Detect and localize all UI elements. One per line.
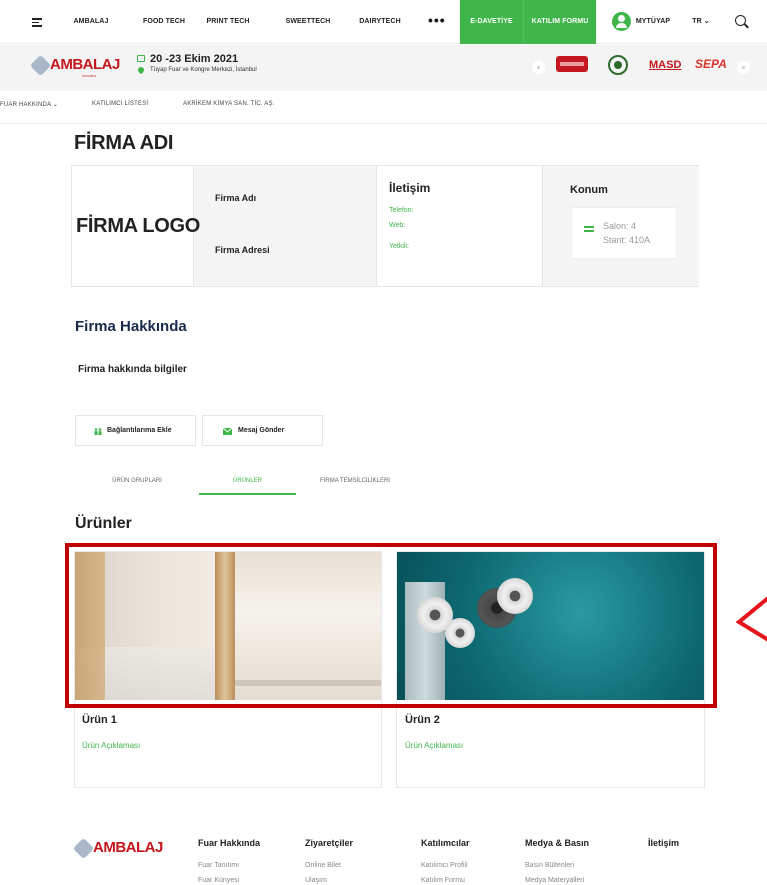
tab-urun-gruplari[interactable]: ÜRÜN GRUPLARI [92,478,182,484]
contact-heading: İletişim [389,181,431,195]
web-label: Web: [389,222,406,229]
ambalaj-logo[interactable]: AMBALAJ İSTANBUL [29,54,120,79]
language-select[interactable]: TR ⌄ [688,0,714,44]
firma-logo-placeholder: FİRMA LOGO [76,215,201,237]
search-icon[interactable] [735,15,746,26]
carousel-next-button[interactable] [737,61,750,74]
stand-value: Stant: 410A [603,235,651,245]
firma-address-label: Firma Adresi [215,245,270,255]
sponsor-logo-kasad[interactable] [608,55,628,75]
sponsor-logo-sepa[interactable]: SEPA [695,57,727,71]
footer-head-ziyaretciler: Ziyaretçiler [305,838,354,848]
divider [0,123,767,124]
nav-item-ambalaj[interactable]: AMBALAJ [66,0,116,44]
product-title-2[interactable]: Ürün 2 [405,714,440,726]
footer-logo-emblem-icon [72,837,95,860]
footer-link[interactable]: Fuar Künyesi [198,877,239,884]
footer-head-katilimcilar: Katılımcılar [421,838,470,848]
pointer-arrow-icon [735,596,767,642]
logo-text: AMBALAJ [50,56,120,73]
people-icon [94,428,102,435]
nav-item-print-tech[interactable]: PRINT TECH [198,0,258,44]
about-text: Firma hakkında bilgiler [78,364,187,375]
nav-item-sweettech[interactable]: SWEETTECH [277,0,339,44]
products-heading: Ürünler [75,515,132,532]
stand-icon [584,226,594,236]
send-message-button[interactable]: Mesaj Gönder [202,415,323,446]
add-connection-label: Bağlantılarıma Ekle [107,427,172,434]
event-date: 20 -23 Ekim 2021 [150,53,239,65]
product-desc-2: Ürün Açıklaması [405,741,464,750]
footer-link[interactable]: Online Bilet [305,862,341,869]
footer-link[interactable]: Fuar Tanıtımı [198,862,239,869]
page-title: FİRMA ADI [74,132,174,154]
breadcrumb-current: AKRİKEM KİMYA SAN. TİC. AŞ. [183,101,275,107]
nav-item-food-tech[interactable]: FOOD TECH [135,0,193,44]
sponsor-logo-masd[interactable]: MASD [649,59,681,71]
top-nav: AMBALAJ FOOD TECH PRINT TECH SWEETTECH D… [0,0,767,44]
mail-icon [223,428,232,435]
user-icon[interactable] [612,12,631,31]
footer-head-medya: Medya & Basın [525,838,590,848]
footer-head-fuar: Fuar Hakkında [198,838,261,848]
more-menu-icon[interactable]: ••• [428,0,446,44]
salon-value: Salon: 4 [603,221,637,231]
event-venue: Tüyap Fuar ve Kongre Merkezi, İstanbul [150,67,257,73]
logo-subtext: İSTANBUL [82,74,97,78]
breadcrumb-fuar-hakkinda[interactable]: FUAR HAKKINDA ⌄ [0,101,84,111]
menu-icon[interactable] [32,18,42,27]
firma-name-label: Firma Adı [215,193,257,203]
rep-label: Yetkili: [389,243,409,250]
tab-firma-temsilcilikleri[interactable]: FİRMA TEMSİLCİLİKLERİ [300,478,410,484]
footer-link[interactable]: Medya Materyalleri [525,877,584,884]
product-title-1[interactable]: Ürün 1 [82,714,117,726]
katilim-formu-button[interactable]: KATILIM FORMU [524,0,596,44]
sponsor-logo-1[interactable] [556,56,588,72]
active-tab-indicator [199,493,296,495]
logo-emblem-icon [29,54,52,77]
footer-head-iletisim: İletişim [648,838,680,848]
send-message-label: Mesaj Gönder [238,427,285,434]
product-desc-1: Ürün Açıklaması [82,741,141,750]
footer-link[interactable]: Ulaşım [305,877,327,884]
add-connection-button[interactable]: Bağlantılarıma Ekle [75,415,196,446]
nav-item-dairytech[interactable]: DAIRYTECH [350,0,410,44]
e-davetiye-button[interactable]: E-DAVETİYE [460,0,524,44]
calendar-icon [137,55,145,62]
phone-label: Telefon: [389,207,414,214]
location-heading: Konum [570,184,608,196]
mytuyap-link[interactable]: MYTÜYAP [635,0,671,44]
breadcrumb-katilimci-listesi[interactable]: KATILIMCI LİSTESİ [92,101,172,111]
carousel-prev-button[interactable] [532,61,545,74]
footer-link[interactable]: Katılımcı Profili [421,862,468,869]
tab-urunler[interactable]: ÜRÜNLER [199,478,296,484]
footer-logo[interactable]: AMBALAJ [72,837,166,864]
footer-link[interactable]: Basın Bültenleri [525,862,574,869]
highlight-box [65,543,717,708]
footer-logo-text: AMBALAJ [93,839,163,856]
footer-link[interactable]: Katılım Formu [421,877,465,884]
about-heading: Firma Hakkında [75,318,187,335]
